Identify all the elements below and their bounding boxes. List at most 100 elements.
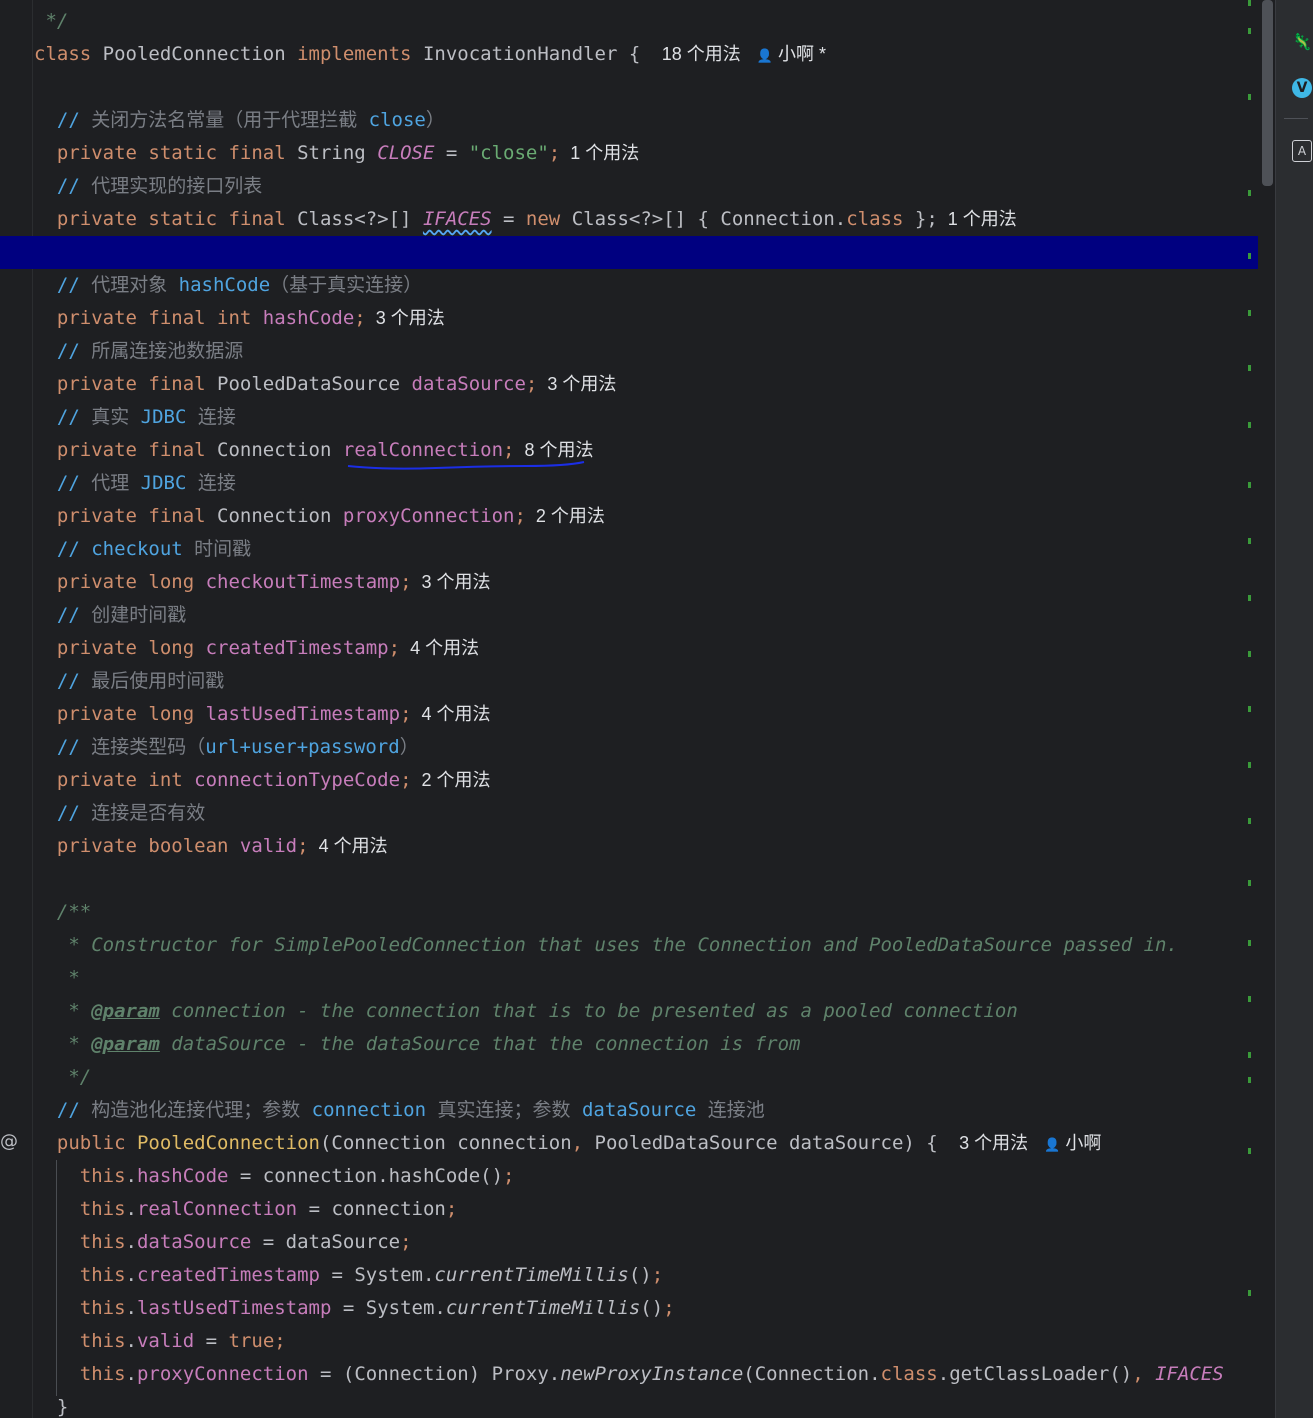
inlay-hint[interactable]: 4 个用法 — [422, 704, 491, 724]
code-token: this — [34, 1330, 126, 1352]
code-line[interactable] — [0, 863, 1275, 896]
inlay-hint[interactable]: 8 个用法 — [524, 440, 593, 460]
code-token: ; — [503, 1165, 515, 1187]
code-token: = System. — [320, 1264, 435, 1286]
code-line[interactable]: public PooledConnection(Connection conne… — [0, 1127, 1275, 1160]
code-line[interactable]: private long createdTimestamp; 4 个用法 — [0, 632, 1275, 665]
code-line[interactable] — [0, 71, 1275, 104]
inlay-hint[interactable]: 小啊 * — [773, 44, 826, 64]
code-line[interactable]: private boolean valid; 4 个用法 — [0, 830, 1275, 863]
code-token: . — [125, 1297, 137, 1319]
code-token: 关闭方法名常量（用于代理拦截 — [91, 109, 369, 131]
code-line[interactable]: // 所属连接池数据源 — [0, 335, 1275, 368]
code-line[interactable]: private int connectionTypeCode; 2 个用法 — [0, 764, 1275, 797]
code-line[interactable]: // 构造池化连接代理；参数 connection 真实连接；参数 dataSo… — [0, 1094, 1275, 1127]
code-token: } — [34, 1396, 69, 1418]
code-line[interactable]: // 连接是否有效 — [0, 797, 1275, 830]
code-token: // — [34, 406, 92, 428]
code-token: - the dataSource that the connection is … — [285, 1033, 801, 1055]
code-line[interactable]: this.createdTimestamp = System.currentTi… — [0, 1259, 1275, 1292]
vue-icon[interactable]: V — [1292, 78, 1312, 98]
code-line[interactable]: this.realConnection = connection; — [0, 1193, 1275, 1226]
code-line[interactable]: class PooledConnection implements Invoca… — [0, 38, 1275, 71]
code-line[interactable]: private final int hashCode; 3 个用法 — [0, 302, 1275, 335]
translate-icon[interactable]: A — [1292, 140, 1312, 162]
code-token: dataSource — [411, 373, 526, 395]
code-token: = — [194, 1330, 229, 1352]
code-line[interactable]: * @param connection - the connection tha… — [0, 995, 1275, 1028]
inlay-hint[interactable]: 3 个用法 — [547, 374, 616, 394]
lizard-icon[interactable]: 🦎 — [1290, 30, 1313, 54]
change-marker — [1248, 482, 1251, 488]
inlay-hint[interactable]: 3 个用法 — [422, 572, 491, 592]
code-line[interactable]: this.dataSource = dataSource; — [0, 1226, 1275, 1259]
code-line[interactable]: // 代理实现的接口列表 — [0, 170, 1275, 203]
code-token: hashCode — [262, 307, 355, 329]
vertical-scrollbar[interactable] — [1258, 0, 1275, 1418]
code-line[interactable]: // 关闭方法名常量（用于代理拦截 close） — [0, 104, 1275, 137]
code-token: this — [34, 1297, 126, 1319]
inlay-hint[interactable]: 4 个用法 — [410, 638, 479, 658]
code-line[interactable]: this.hashCode = connection.hashCode(); — [0, 1160, 1275, 1193]
code-token: dataSource — [136, 1231, 252, 1253]
code-token: private boolean — [34, 835, 240, 857]
code-line[interactable]: private static final String CLOSE = "clo… — [0, 137, 1275, 170]
code-line[interactable]: private long checkoutTimestamp; 3 个用法 — [0, 566, 1275, 599]
inlay-hint[interactable]: 1 个用法 — [948, 209, 1017, 229]
code-token: // — [34, 340, 92, 362]
code-line[interactable]: private final Connection realConnection;… — [0, 434, 1275, 467]
inlay-hint[interactable]: 3 个用法 — [376, 308, 445, 328]
code-line[interactable]: */ — [0, 5, 1275, 38]
code-token: , — [571, 1132, 595, 1154]
code-line[interactable]: this.proxyConnection = (Connection) Prox… — [0, 1358, 1275, 1391]
inlay-hint[interactable]: 3 个用法 — [959, 1133, 1028, 1153]
code-line[interactable]: } — [0, 1391, 1275, 1418]
code-token: ; — [525, 373, 538, 395]
code-token: String — [297, 142, 378, 164]
code-line[interactable]: * — [0, 962, 1275, 995]
code-line[interactable]: private long lastUsedTimestamp; 4 个用法 — [0, 698, 1275, 731]
code-editor[interactable]: */ class PooledConnection implements Invo… — [0, 0, 1275, 1418]
code-line[interactable]: private final Connection proxyConnection… — [0, 500, 1275, 533]
code-token: 构造池化连接代理；参数 — [91, 1099, 312, 1121]
code-token: ; — [400, 571, 412, 593]
code-token: ; — [400, 1231, 412, 1253]
code-line[interactable] — [0, 236, 1275, 269]
inlay-hint[interactable]: 18 个用法 — [662, 44, 741, 64]
code-token: ; — [354, 307, 366, 329]
code-line[interactable]: // 代理 JDBC 连接 — [0, 467, 1275, 500]
scrollbar-thumb[interactable] — [1262, 0, 1273, 186]
code-line[interactable]: this.lastUsedTimestamp = System.currentT… — [0, 1292, 1275, 1325]
code-token: currentTimeMillis — [445, 1297, 641, 1319]
inlay-hint[interactable]: 小啊 — [1060, 1133, 1101, 1153]
change-marker — [1248, 651, 1251, 657]
code-token: /** — [34, 901, 92, 923]
code-line[interactable]: // 连接类型码（url+user+password） — [0, 731, 1275, 764]
code-token: private static final — [34, 142, 298, 164]
code-line[interactable]: private final PooledDataSource dataSourc… — [0, 368, 1275, 401]
code-token: @param — [91, 1000, 160, 1022]
code-line[interactable]: // checkout 时间戳 — [0, 533, 1275, 566]
code-line[interactable]: * @param dataSource - the dataSource tha… — [0, 1028, 1275, 1061]
code-line[interactable]: /** — [0, 896, 1275, 929]
code-line[interactable]: // 真实 JDBC 连接 — [0, 401, 1275, 434]
inlay-hint[interactable]: 2 个用法 — [422, 770, 491, 790]
code-token: ; — [651, 1264, 664, 1286]
inlay-hint[interactable]: 4 个用法 — [319, 836, 388, 856]
inlay-hint[interactable]: 2 个用法 — [536, 506, 605, 526]
code-token: , — [1132, 1363, 1156, 1385]
code-line[interactable]: // 最后使用时间戳 — [0, 665, 1275, 698]
code-token: private final — [34, 505, 218, 527]
code-token: this — [34, 1198, 126, 1220]
code-line[interactable]: // 创建时间戳 — [0, 599, 1275, 632]
code-token: . — [125, 1363, 137, 1385]
code-line[interactable]: */ — [0, 1061, 1275, 1094]
code-line[interactable]: this.valid = true; — [0, 1325, 1275, 1358]
code-token: （基于真实连接） — [270, 274, 423, 296]
code-token: private final — [34, 373, 218, 395]
gutter-annotation-icon[interactable]: @ — [0, 1131, 18, 1152]
code-line[interactable]: * Constructor for SimplePooledConnection… — [0, 929, 1275, 962]
code-line[interactable]: // 代理对象 hashCode（基于真实连接） — [0, 269, 1275, 302]
code-line[interactable]: private static final Class<?>[] IFACES =… — [0, 203, 1275, 236]
inlay-hint[interactable]: 1 个用法 — [570, 143, 639, 163]
